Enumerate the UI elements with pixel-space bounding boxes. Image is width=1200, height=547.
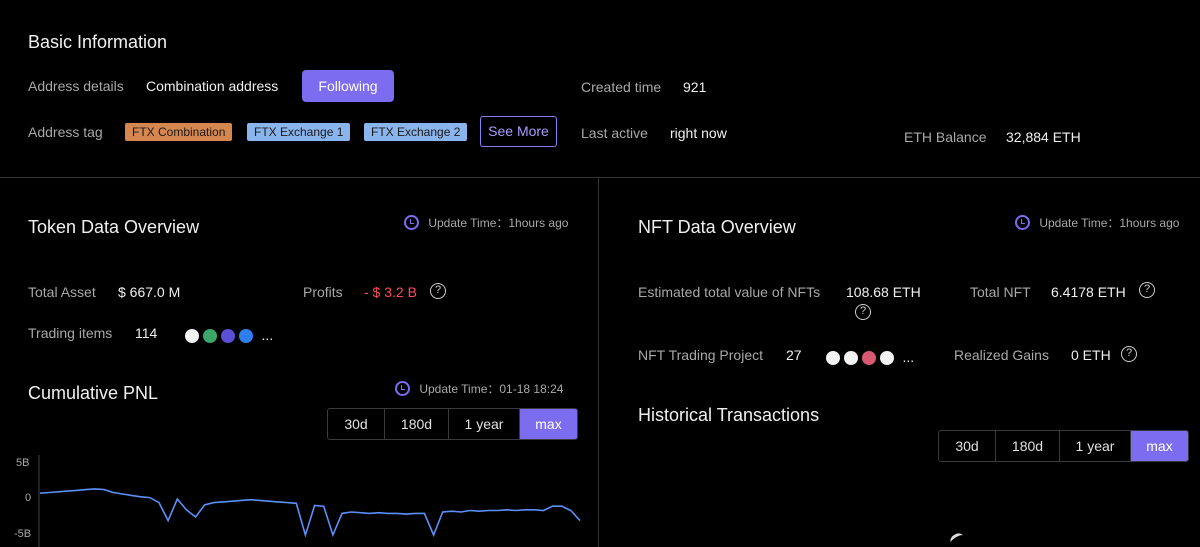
pnl-update-time-text: Update Time：01-18 18:24 xyxy=(419,382,564,396)
last-active-value: right now xyxy=(670,125,727,141)
pnl-range-30d[interactable]: 30d xyxy=(328,409,385,439)
token-icon-4[interactable] xyxy=(239,329,253,343)
nft-icon-more[interactable]: ... xyxy=(902,349,914,365)
trading-items-label: Trading items xyxy=(28,325,113,341)
created-time-value: 921 xyxy=(683,79,707,95)
eth-icon[interactable] xyxy=(880,351,894,365)
historical-range-180d[interactable]: 180d xyxy=(996,431,1060,461)
total-nft-label: Total NFT xyxy=(970,284,1031,300)
pnl-range-max[interactable]: max xyxy=(520,409,577,439)
column-divider xyxy=(598,177,599,547)
tag-ftx-combination[interactable]: FTX Combination xyxy=(125,123,233,141)
nft-project-value: 27 xyxy=(786,347,802,363)
total-nft-value: 6.4178 ETH xyxy=(1051,284,1126,300)
historical-range-selector: 30d 180d 1 year max xyxy=(938,430,1189,462)
total-nft-help-icon[interactable]: ? xyxy=(1139,282,1155,298)
realized-gains-value: 0 ETH xyxy=(1071,347,1111,363)
historical-range-max[interactable]: max xyxy=(1131,431,1188,461)
last-active-label: Last active xyxy=(581,125,648,141)
eth-balance-label: ETH Balance xyxy=(904,129,987,145)
y-tick-label: -5B xyxy=(14,528,32,540)
clock-icon xyxy=(1015,215,1030,230)
address-details-label: Address details xyxy=(28,78,124,94)
historical-title: Historical Transactions xyxy=(638,405,820,425)
tag-ftx-exchange-1[interactable]: FTX Exchange 1 xyxy=(247,123,351,141)
see-more-button[interactable]: See More xyxy=(480,116,557,147)
pnl-range-1year[interactable]: 1 year xyxy=(449,409,520,439)
token-icon-2[interactable] xyxy=(203,329,217,343)
token-icon-3[interactable] xyxy=(221,329,235,343)
realized-gains-label: Realized Gains xyxy=(954,347,1049,363)
pnl-range-selector: 30d 180d 1 year max xyxy=(327,408,578,440)
token-icon-more[interactable]: ... xyxy=(261,327,273,343)
section-divider xyxy=(0,177,1200,178)
basic-info-title: Basic Information xyxy=(28,32,168,52)
token-update-time-text: Update Time：1hours ago xyxy=(428,216,569,230)
nft-project-label: NFT Trading Project xyxy=(638,347,764,363)
profits-label: Profits xyxy=(303,284,343,300)
pnl-update-time: Update Time：01-18 18:24 xyxy=(395,380,563,397)
total-asset-label: Total Asset xyxy=(28,284,96,300)
pnl-series-line xyxy=(39,488,581,538)
historical-range-1year[interactable]: 1 year xyxy=(1060,431,1131,461)
address-details-value: Combination address xyxy=(146,78,279,94)
token-icon-list: ... xyxy=(185,327,273,346)
nft-est-help-icon[interactable]: ? xyxy=(855,304,871,320)
token-overview-title: Token Data Overview xyxy=(28,217,200,237)
pnl-range-180d[interactable]: 180d xyxy=(385,409,449,439)
profits-help-icon[interactable]: ? xyxy=(430,283,446,299)
total-asset-value: $ 667.0 M xyxy=(118,284,181,300)
nft-update-time-text: Update Time：1hours ago xyxy=(1039,216,1180,230)
y-tick-label: 5B xyxy=(16,457,30,469)
token-update-time: Update Time：1hours ago xyxy=(404,214,568,231)
created-time-label: Created time xyxy=(581,79,662,95)
address-tag-label: Address tag xyxy=(28,124,103,140)
eth-balance-value: 32,884 ETH xyxy=(1006,129,1081,145)
eth-icon[interactable] xyxy=(826,351,840,365)
eth-icon[interactable] xyxy=(844,351,858,365)
clock-icon xyxy=(404,215,419,230)
nft-overview-title: NFT Data Overview xyxy=(638,217,796,237)
historical-range-30d[interactable]: 30d xyxy=(939,431,996,461)
pnl-title: Cumulative PNL xyxy=(28,383,159,403)
nft-est-value: 108.68 ETH xyxy=(846,284,921,300)
tag-ftx-exchange-2[interactable]: FTX Exchange 2 xyxy=(364,123,468,141)
profits-value: - $ 3.2 B xyxy=(364,284,417,300)
nft-icon-list: ... xyxy=(826,349,914,368)
chart-loading-icon xyxy=(948,531,966,547)
trading-items-value: 114 xyxy=(135,325,158,341)
clock-icon xyxy=(395,381,410,396)
pnl-line-chart xyxy=(38,455,581,547)
following-button[interactable]: Following xyxy=(302,70,394,102)
y-tick-label: 0 xyxy=(25,492,32,504)
realized-gains-help-icon[interactable]: ? xyxy=(1121,346,1137,362)
nft-avatar-icon[interactable] xyxy=(862,351,876,365)
nft-est-label: Estimated total value of NFTs xyxy=(638,284,821,300)
token-icon-1[interactable] xyxy=(185,329,199,343)
nft-update-time: Update Time：1hours ago xyxy=(1015,214,1179,231)
